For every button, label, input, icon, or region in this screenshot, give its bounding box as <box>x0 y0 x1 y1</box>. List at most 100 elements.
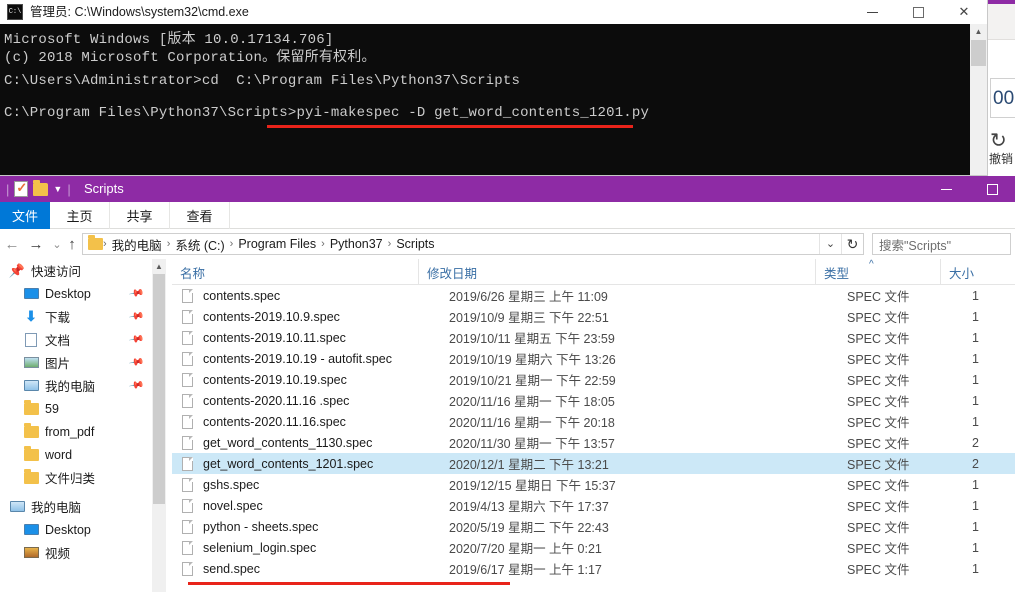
scrollbar-thumb[interactable] <box>971 40 986 66</box>
file-size-cell: 1 <box>972 561 979 576</box>
table-row[interactable]: contents-2020.11.16.spec 2020/11/16 星期一 下… <box>172 411 1015 432</box>
sidebar-item-file-category[interactable]: 文件归类 <box>0 466 150 489</box>
qat-divider-left: | <box>6 181 10 197</box>
breadcrumb-item-3[interactable]: Python37 <box>325 237 388 251</box>
sidebar-item-label: Desktop <box>45 286 91 301</box>
sidebar-item-from-pdf[interactable]: from_pdf <box>0 420 150 443</box>
address-bar-controls: ⌄ ↻ <box>819 234 863 254</box>
file-size-cell: 1 <box>972 393 979 408</box>
sidebar-item-downloads[interactable]: ⬇ 下载 📌 <box>0 305 150 328</box>
explorer-minimize-icon[interactable] <box>923 176 969 202</box>
navigation-pane-scrollbar[interactable]: ▲ <box>152 259 166 592</box>
file-size-cell: 1 <box>972 372 979 387</box>
column-header-date[interactable]: 修改日期 <box>418 259 815 285</box>
ribbon-tab-share[interactable]: 共享 <box>110 202 170 229</box>
pin-icon[interactable]: 📌 <box>128 285 145 301</box>
breadcrumb-item-4[interactable]: Scripts <box>391 237 439 251</box>
ribbon-tab-file[interactable]: 文件 <box>0 202 50 229</box>
refresh-icon[interactable]: ↻ <box>841 234 863 254</box>
background-ribbon-strip <box>988 4 1015 40</box>
file-type-cell: SPEC 文件 <box>847 479 910 493</box>
table-row[interactable]: selenium_login.spec 2020/7/20 星期一 上午 0:21… <box>172 537 1015 558</box>
table-row[interactable]: python - sheets.spec 2020/5/19 星期二 下午 22:… <box>172 516 1015 537</box>
breadcrumb-item-2[interactable]: Program Files <box>233 237 321 251</box>
scroll-up-icon[interactable]: ▲ <box>152 259 166 274</box>
sidebar-item-my-computer[interactable]: 我的电脑 📌 <box>0 374 150 397</box>
sidebar-group-quick-access[interactable]: 📌 快速访问 <box>0 259 150 282</box>
file-icon <box>182 288 193 303</box>
quick-access-toolbar: | ▼ | <box>6 176 71 202</box>
column-header-name[interactable]: 名称 <box>172 259 418 285</box>
column-header-size[interactable]: 大小 <box>940 259 1015 285</box>
sidebar-group-my-computer[interactable]: 我的电脑 <box>0 495 150 518</box>
table-row[interactable]: get_word_contents_1201.spec 2020/12/1 星期二… <box>172 453 1015 474</box>
file-icon <box>182 540 193 555</box>
screen: 00 ↻ 撤销 | ▼ | Scripts 文件 主页 共享 <box>0 0 1015 592</box>
properties-icon[interactable] <box>14 180 29 197</box>
scrollbar-thumb[interactable] <box>153 274 165 504</box>
table-row[interactable]: contents-2019.10.9.spec 2019/10/9 星期三 下午 … <box>172 306 1015 327</box>
file-date-cell: 2020/11/16 星期一 下午 18:05 <box>449 395 615 409</box>
table-row[interactable]: contents-2019.10.11.spec 2019/10/11 星期五 下… <box>172 327 1015 348</box>
ribbon-tab-view[interactable]: 查看 <box>170 202 230 229</box>
up-arrow-icon[interactable]: ↑ <box>62 229 82 259</box>
pin-icon[interactable]: 📌 <box>128 308 145 324</box>
cmd-maximize-icon[interactable] <box>895 0 941 24</box>
cmd-minimize-icon[interactable] <box>849 0 895 24</box>
pin-icon[interactable]: 📌 <box>128 331 145 347</box>
file-icon <box>182 561 193 576</box>
search-input[interactable]: 搜索"Scripts" <box>872 233 1011 255</box>
breadcrumb-item-0[interactable]: 我的电脑 <box>107 235 167 254</box>
file-icon <box>182 414 193 429</box>
file-size-cell: 1 <box>972 498 979 513</box>
column-header-type[interactable]: 类型 <box>815 259 940 285</box>
table-row[interactable]: novel.spec 2019/4/13 星期六 下午 17:37 SPEC 文件 1 <box>172 495 1015 516</box>
table-row[interactable]: contents-2020.11.16 .spec 2020/11/16 星期一 … <box>172 390 1015 411</box>
file-explorer-window: | ▼ | Scripts 文件 主页 共享 查看 ← → ⌄ ↑ <box>0 176 1015 592</box>
file-type-cell: SPEC 文件 <box>847 521 910 535</box>
cmd-output-area[interactable]: Microsoft Windows [版本 10.0.17134.706] (c… <box>0 24 987 175</box>
cmd-scrollbar[interactable]: ▲ <box>970 24 987 175</box>
file-name-cell: get_word_contents_1130.spec <box>203 435 373 450</box>
sidebar-item-pictures[interactable]: 图片 📌 <box>0 351 150 374</box>
breadcrumb-item-1[interactable]: 系统 (C:) <box>170 235 229 254</box>
pin-icon[interactable]: 📌 <box>128 377 145 393</box>
file-date-cell: 2020/11/30 星期一 下午 13:57 <box>449 437 615 451</box>
scroll-up-icon[interactable]: ▲ <box>970 24 987 40</box>
table-row[interactable]: send.spec 2019/6/17 星期一 上午 1:17 SPEC 文件 1 <box>172 558 1015 579</box>
breadcrumb[interactable]: › 我的电脑 › 系统 (C:) › Program Files › Pytho… <box>82 233 864 255</box>
sidebar-item-59[interactable]: 59 <box>0 397 150 420</box>
table-row[interactable]: contents-2019.10.19.spec 2019/10/21 星期一 下… <box>172 369 1015 390</box>
table-row[interactable]: gshs.spec 2019/12/15 星期日 下午 15:37 SPEC 文件 1 <box>172 474 1015 495</box>
file-type-cell: SPEC 文件 <box>847 311 910 325</box>
pin-icon[interactable]: 📌 <box>128 354 145 370</box>
sidebar-item-desktop-2[interactable]: Desktop <box>0 518 150 541</box>
file-date-cell: 2019/10/21 星期一 下午 22:59 <box>449 374 616 388</box>
new-folder-icon[interactable] <box>33 179 49 196</box>
background-toolbar-strip <box>988 41 1015 71</box>
table-row[interactable]: contents.spec 2019/6/26 星期三 上午 11:09 SPEC … <box>172 285 1015 306</box>
file-size-cell: 1 <box>972 519 979 534</box>
navigation-pane: 📌 快速访问 Desktop 📌 ⬇ 下载 📌 文档 📌 图片 📌 我的电脑 📌… <box>0 259 150 592</box>
table-row[interactable]: contents-2019.10.19 - autofit.spec 2019/1… <box>172 348 1015 369</box>
cmd-line-5: C:\Program Files\Python37\Scripts>pyi-ma… <box>4 105 650 121</box>
file-date-cell: 2019/4/13 星期六 下午 17:37 <box>449 500 609 514</box>
background-cell-value[interactable]: 00 <box>990 78 1015 118</box>
file-type-cell: SPEC 文件 <box>847 374 910 388</box>
explorer-maximize-icon[interactable] <box>969 176 1015 202</box>
ribbon-tab-home[interactable]: 主页 <box>50 202 110 229</box>
table-row[interactable]: get_word_contents_1130.spec 2020/11/30 星期… <box>172 432 1015 453</box>
back-arrow-icon[interactable]: ← <box>0 229 24 259</box>
chevron-down-icon[interactable]: ⌄ <box>819 234 841 254</box>
cmd-close-icon[interactable]: ✕ <box>941 0 987 24</box>
sidebar-item-desktop[interactable]: Desktop 📌 <box>0 282 150 305</box>
file-type-cell: SPEC 文件 <box>847 290 910 304</box>
file-date-cell: 2020/7/20 星期一 上午 0:21 <box>449 542 602 556</box>
customize-qat-caret-icon[interactable]: ▼ <box>53 184 62 194</box>
file-type-cell: SPEC 文件 <box>847 437 910 451</box>
forward-arrow-icon[interactable]: → <box>24 229 48 259</box>
sidebar-item-documents[interactable]: 文档 📌 <box>0 328 150 351</box>
file-date-cell: 2019/6/26 星期三 上午 11:09 <box>449 290 608 304</box>
sidebar-item-videos[interactable]: 视频 <box>0 541 150 564</box>
sidebar-item-word[interactable]: word <box>0 443 150 466</box>
